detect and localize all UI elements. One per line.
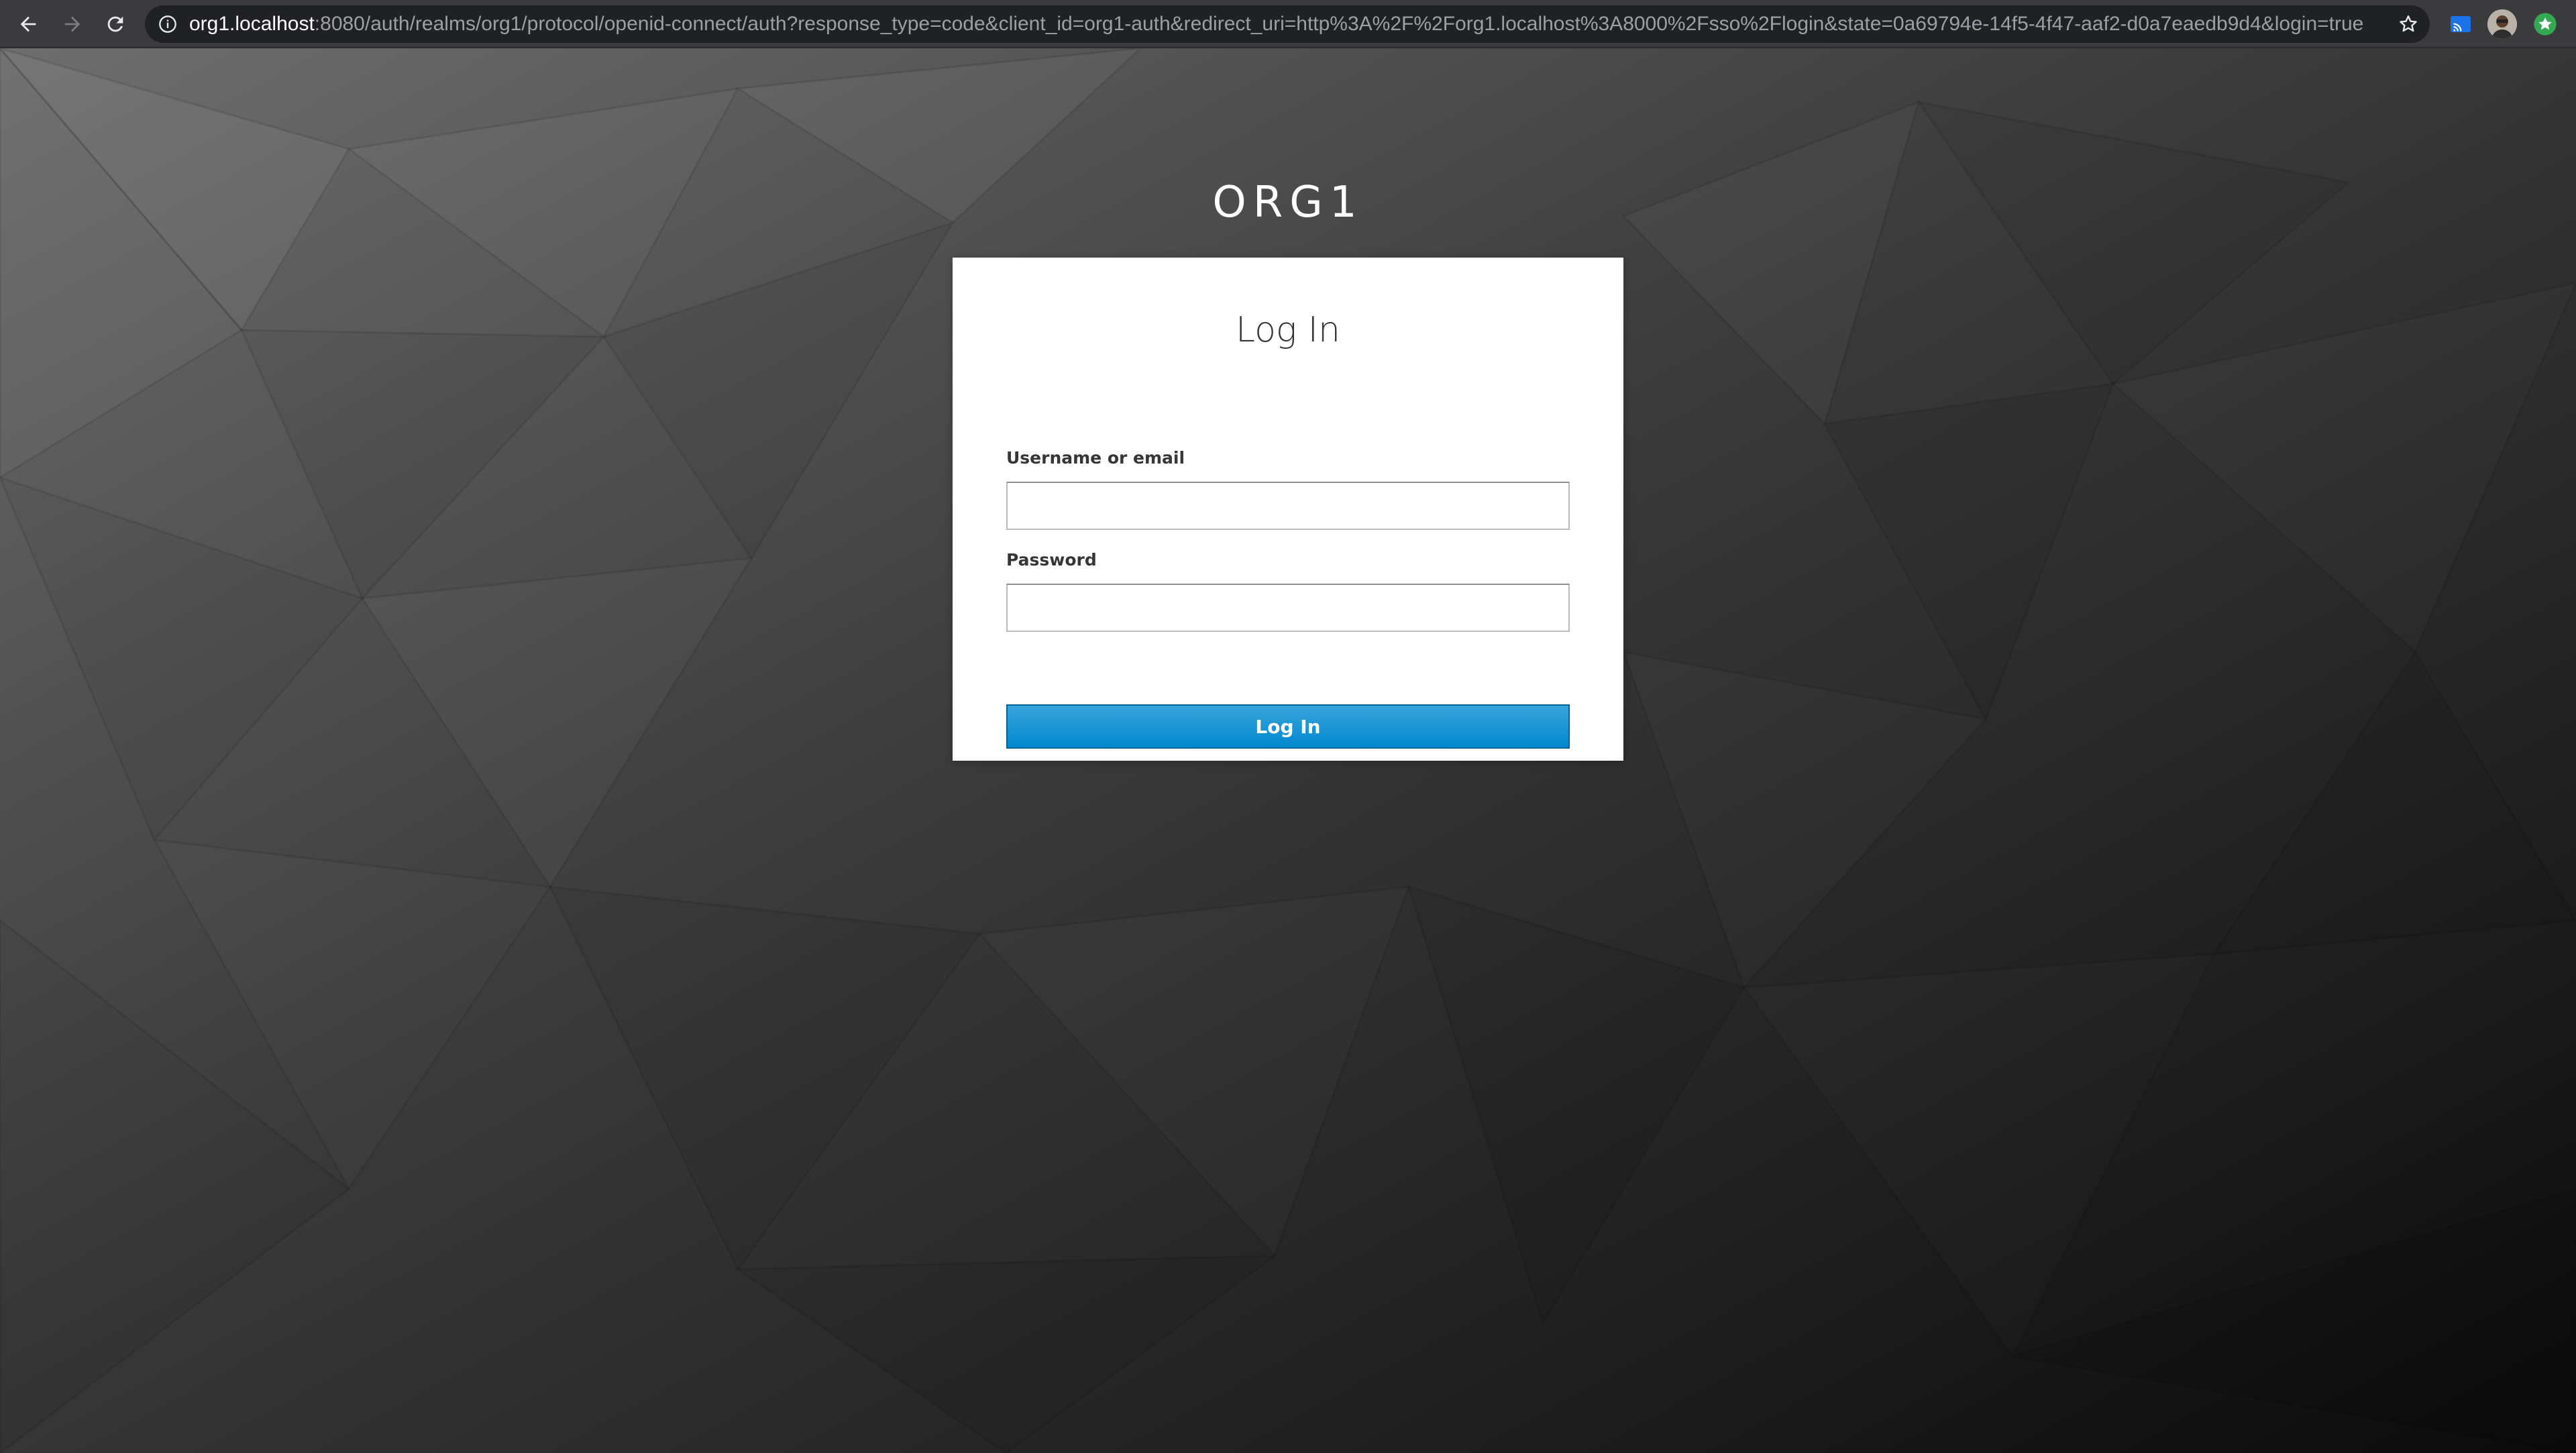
- avatar[interactable]: [2487, 9, 2517, 39]
- star-icon[interactable]: [2398, 13, 2419, 35]
- browser-toolbar: org1.localhost:8080/auth/realms/org1/pro…: [0, 0, 2576, 48]
- url-host: org1.localhost: [189, 13, 315, 35]
- cast-icon[interactable]: [2449, 12, 2473, 36]
- realm-title: ORG1: [1212, 178, 1364, 227]
- password-input[interactable]: [1006, 584, 1570, 632]
- username-input[interactable]: [1006, 482, 1570, 530]
- reload-icon: [107, 16, 123, 32]
- address-bar[interactable]: org1.localhost:8080/auth/realms/org1/pro…: [145, 5, 2430, 43]
- login-heading: Log In: [1236, 310, 1340, 350]
- url-text[interactable]: org1.localhost:8080/auth/realms/org1/pro…: [189, 5, 2363, 43]
- back-button[interactable]: [11, 7, 46, 42]
- url-path: :8080/auth/realms/org1/protocol/openid-c…: [314, 13, 2363, 35]
- password-label: Password: [1006, 550, 1097, 570]
- username-label: Username or email: [1006, 448, 1185, 468]
- forward-arrow-icon: [64, 16, 80, 32]
- login-button[interactable]: Log In: [1006, 704, 1570, 749]
- forward-button[interactable]: [55, 7, 90, 42]
- login-card: Log In Username or email Password Log In: [953, 258, 1623, 761]
- info-icon[interactable]: [158, 15, 177, 34]
- back-arrow-icon: [20, 16, 36, 32]
- extension-icon[interactable]: [2532, 11, 2559, 38]
- login-page: ORG1 Log In Username or email Password L…: [0, 48, 2576, 1453]
- reload-button[interactable]: [98, 7, 133, 42]
